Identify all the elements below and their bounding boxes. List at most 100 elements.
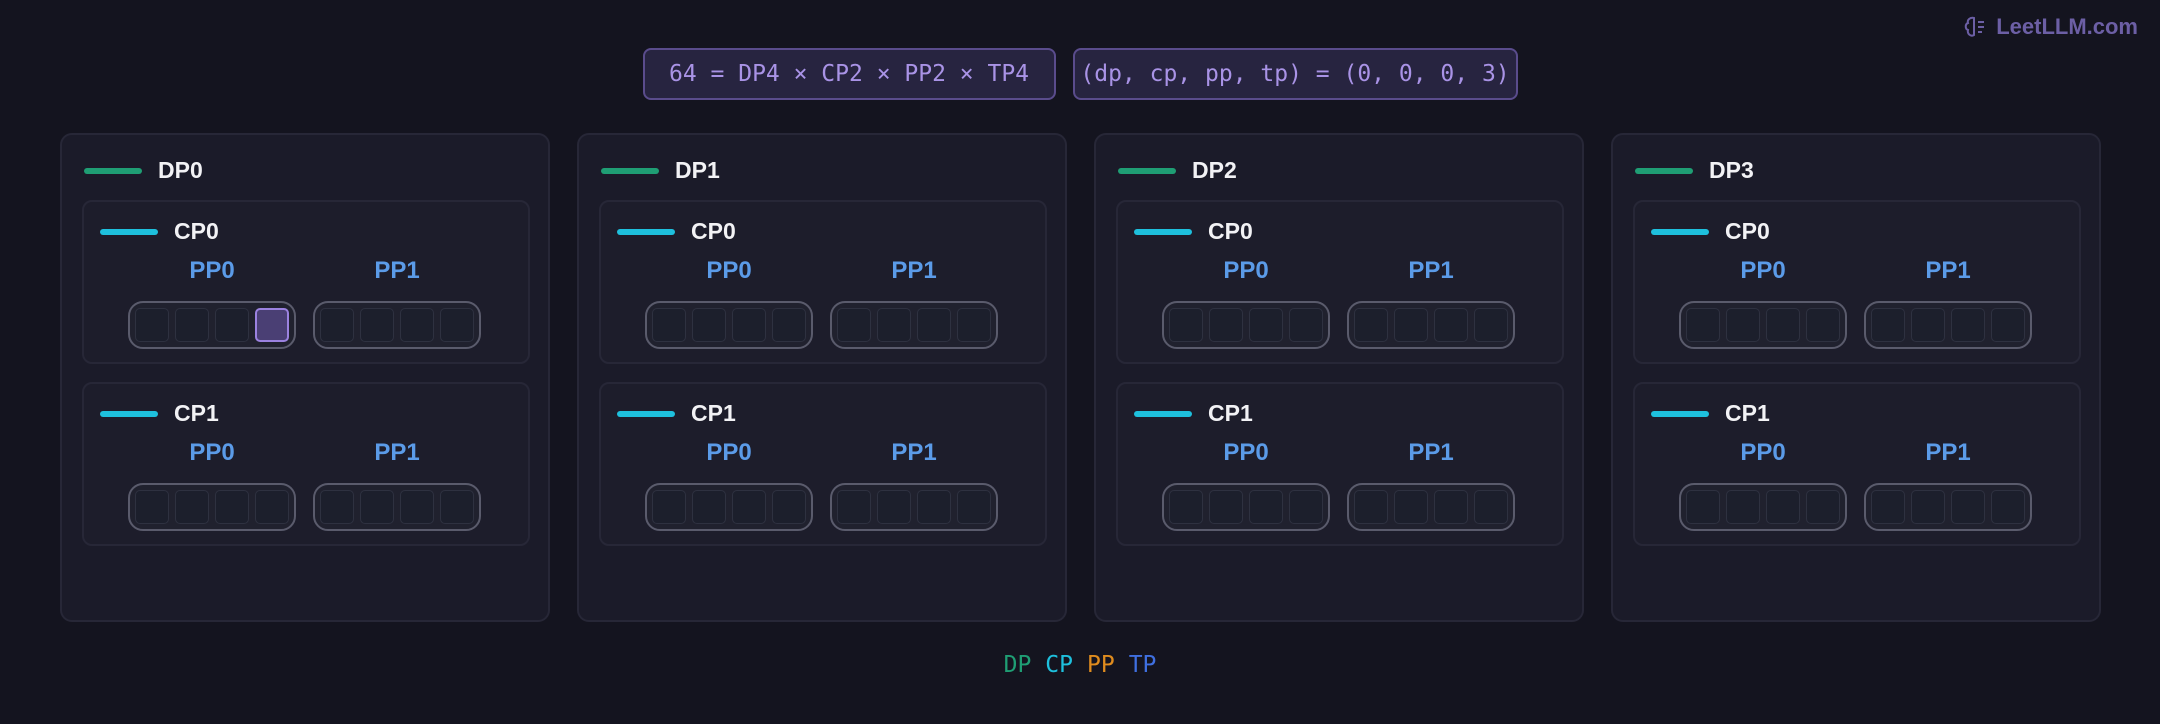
tp-rank[interactable]: [320, 490, 354, 524]
tp-rank[interactable]: [400, 308, 434, 342]
tp-rank[interactable]: [1726, 490, 1760, 524]
tp-rank[interactable]: [732, 490, 766, 524]
tp-rank[interactable]: [1249, 308, 1283, 342]
pp-stage-0: PP0: [645, 256, 813, 349]
tp-rank[interactable]: [1249, 490, 1283, 524]
pp-label: PP1: [1408, 257, 1454, 284]
tp-rank[interactable]: [772, 490, 806, 524]
tp-rank[interactable]: [1951, 490, 1985, 524]
tp-rank[interactable]: [1474, 490, 1508, 524]
tp-rank[interactable]: [1169, 490, 1203, 524]
tp-rank[interactable]: [837, 490, 871, 524]
tp-rank[interactable]: [732, 308, 766, 342]
tp-rank[interactable]: [652, 308, 686, 342]
pp-stage-0: PP0: [128, 438, 296, 531]
legend: DP CP PP TP: [0, 652, 2160, 678]
tp-rank[interactable]: [1871, 490, 1905, 524]
tp-rank[interactable]: [1686, 308, 1720, 342]
tp-rank[interactable]: [957, 308, 991, 342]
tp-rank[interactable]: [1806, 308, 1840, 342]
tp-rank[interactable]: [1911, 308, 1945, 342]
tp-rank[interactable]: [360, 490, 394, 524]
dp-color-bar: [1118, 167, 1176, 174]
cp-header: CP1: [1134, 400, 1253, 427]
tp-group: [1162, 483, 1330, 531]
tp-rank[interactable]: [1871, 308, 1905, 342]
dp-group-0: DP0 CP0 PP0 PP1 CP1 PP0 PP1: [60, 133, 550, 622]
tp-rank[interactable]: [1289, 308, 1323, 342]
tp-rank[interactable]: [1806, 490, 1840, 524]
tp-rank[interactable]: [1474, 308, 1508, 342]
cp-label: CP0: [1725, 218, 1770, 244]
tp-rank[interactable]: [1766, 308, 1800, 342]
cp-group-0: CP0 PP0 PP1: [599, 200, 1047, 364]
tp-rank[interactable]: [692, 308, 726, 342]
tp-rank[interactable]: [1434, 308, 1468, 342]
coordinate-pill: (dp, cp, pp, tp) = (0, 0, 0, 3): [1072, 48, 1518, 100]
dp-label: DP1: [675, 157, 720, 183]
cp-color-bar: [100, 410, 158, 417]
tp-rank[interactable]: [917, 308, 951, 342]
tp-rank[interactable]: [1991, 490, 2025, 524]
tp-rank[interactable]: [1169, 308, 1203, 342]
tp-rank[interactable]: [1686, 490, 1720, 524]
tp-rank[interactable]: [1434, 490, 1468, 524]
tp-rank[interactable]: [440, 308, 474, 342]
tp-rank[interactable]: [1394, 490, 1428, 524]
tp-rank[interactable]: [1209, 490, 1243, 524]
tp-rank[interactable]: [692, 490, 726, 524]
tp-rank[interactable]: [837, 308, 871, 342]
brand[interactable]: LeetLLM.com: [1962, 14, 2138, 40]
pp-stage-1: PP1: [313, 438, 481, 531]
tp-group: [128, 483, 296, 531]
tp-rank[interactable]: [255, 490, 289, 524]
tp-rank[interactable]: [1766, 490, 1800, 524]
tp-rank[interactable]: [215, 308, 249, 342]
tp-rank[interactable]: [360, 308, 394, 342]
tp-rank[interactable]: [877, 308, 911, 342]
tp-rank[interactable]: [917, 490, 951, 524]
tp-rank[interactable]: [877, 490, 911, 524]
tp-rank[interactable]: [320, 308, 354, 342]
tp-rank[interactable]: [175, 308, 209, 342]
tp-rank[interactable]: [1991, 308, 2025, 342]
tp-rank[interactable]: [400, 490, 434, 524]
cp-group-0: CP0 PP0 PP1: [1633, 200, 2081, 364]
tp-group: [830, 301, 998, 349]
cp-label: CP1: [691, 400, 736, 426]
tp-rank[interactable]: [135, 490, 169, 524]
tp-rank[interactable]: [1911, 490, 1945, 524]
tp-group: [313, 301, 481, 349]
tp-rank[interactable]: [1354, 308, 1388, 342]
tp-rank[interactable]: [1726, 308, 1760, 342]
tp-rank[interactable]: [1289, 490, 1323, 524]
tp-rank-highlighted[interactable]: [255, 308, 289, 342]
tp-rank[interactable]: [135, 308, 169, 342]
tp-rank[interactable]: [957, 490, 991, 524]
tp-group: [1679, 483, 1847, 531]
pp-label: PP0: [1740, 257, 1786, 284]
pp-row: PP0 PP1: [128, 256, 481, 349]
cp-header: CP1: [100, 400, 219, 427]
legend-cp: CP: [1045, 652, 1073, 678]
tp-rank[interactable]: [652, 490, 686, 524]
cp-color-bar: [1651, 410, 1709, 417]
formula-row: 64 = DP4 × CP2 × PP2 × TP4 (dp, cp, pp, …: [0, 48, 2160, 100]
legend-dp: DP: [1003, 652, 1032, 678]
tp-rank[interactable]: [440, 490, 474, 524]
cp-header: CP0: [617, 218, 736, 245]
pp-label: PP1: [891, 257, 937, 284]
tp-rank[interactable]: [175, 490, 209, 524]
cp-label: CP1: [1208, 400, 1253, 426]
pp-stage-0: PP0: [645, 438, 813, 531]
tp-rank[interactable]: [1354, 490, 1388, 524]
tp-group: [645, 483, 813, 531]
tp-rank[interactable]: [1209, 308, 1243, 342]
legend-pp: PP: [1087, 652, 1115, 678]
tp-rank[interactable]: [772, 308, 806, 342]
tp-rank[interactable]: [1394, 308, 1428, 342]
pp-stage-1: PP1: [830, 438, 998, 531]
tp-rank[interactable]: [215, 490, 249, 524]
cp-label: CP0: [174, 218, 219, 244]
tp-rank[interactable]: [1951, 308, 1985, 342]
